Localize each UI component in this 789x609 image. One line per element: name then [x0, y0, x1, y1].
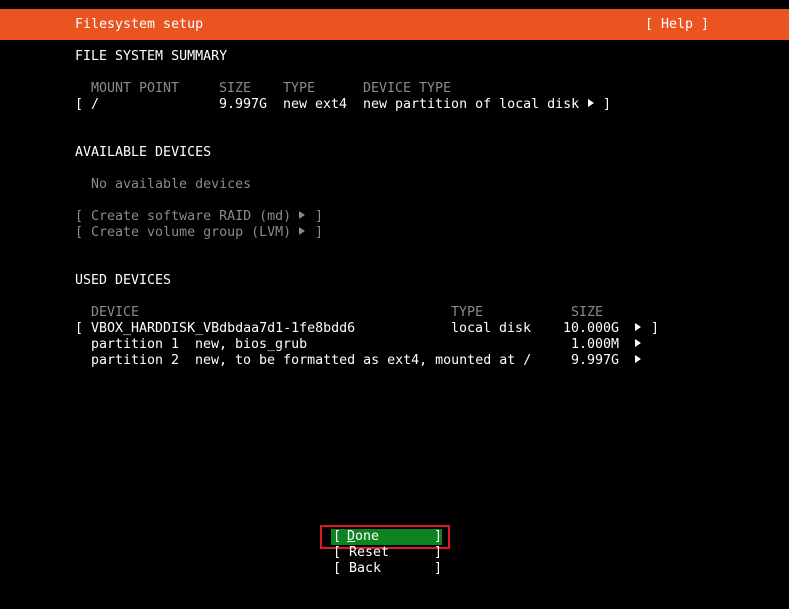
done-label-rest: one	[355, 529, 380, 544]
done-close-bracket: ]	[434, 529, 443, 544]
summary-row-mount-point: /	[91, 97, 100, 112]
summary-row-type: new ext4	[283, 97, 348, 112]
used-disk-type: local disk	[451, 321, 532, 336]
create-raid-label: [ Create software RAID (md)	[75, 209, 292, 224]
used-disk-size: 10.000G	[563, 321, 620, 336]
partition-size: 9.997G	[571, 353, 620, 368]
screen-title: Filesystem setup	[75, 17, 204, 32]
used-col-type: TYPE	[451, 305, 484, 320]
done-button[interactable]: [ D one ]	[331, 529, 442, 545]
used-disk-close-bracket: ]	[651, 321, 660, 336]
back-close-bracket: ]	[434, 561, 443, 576]
back-label: [ Back	[333, 561, 382, 576]
partition-desc: new, to be formatted as ext4, mounted at…	[195, 353, 532, 368]
submenu-arrow-icon	[588, 97, 594, 113]
summary-row-device-type: new partition of local disk	[363, 97, 580, 112]
used-heading: USED DEVICES	[75, 273, 172, 288]
summary-row-open-bracket: [	[75, 97, 84, 112]
summary-col-size: SIZE	[219, 81, 252, 96]
submenu-arrow-icon	[299, 225, 305, 241]
back-button[interactable]: [ Back ]	[331, 561, 442, 577]
summary-col-device-type: DEVICE TYPE	[363, 81, 452, 96]
partition-desc: new, bios_grub	[195, 337, 308, 352]
title-bar: Filesystem setup [ Help ]	[0, 9, 789, 40]
summary-row-size: 9.997G	[219, 97, 268, 112]
summary-row-close-bracket: ]	[603, 97, 612, 112]
summary-col-type: TYPE	[283, 81, 316, 96]
summary-col-mount-point: MOUNT POINT	[91, 81, 180, 96]
reset-label: [ Reset	[333, 545, 390, 560]
submenu-arrow-icon	[635, 337, 641, 353]
help-button[interactable]: [ Help ]	[645, 17, 709, 33]
submenu-arrow-icon	[635, 353, 641, 369]
submenu-arrow-icon	[299, 209, 305, 225]
available-heading: AVAILABLE DEVICES	[75, 145, 212, 160]
create-lvm-label: [ Create volume group (LVM)	[75, 225, 292, 240]
create-lvm-close-bracket: ]	[315, 225, 324, 240]
no-available-devices-text: No available devices	[91, 177, 252, 192]
used-disk-device: VBOX_HARDDISK_VBdbdaa7d1-1fe8bdd6	[91, 321, 356, 336]
partition-name: partition 2	[91, 353, 180, 368]
top-strip	[0, 0, 789, 9]
used-disk-open-bracket: [	[75, 321, 84, 336]
partition-size: 1.000M	[571, 337, 620, 352]
create-raid-close-bracket: ]	[315, 209, 324, 224]
done-accelerator: D	[347, 529, 356, 544]
used-col-size: SIZE	[571, 305, 604, 320]
submenu-arrow-icon	[635, 321, 641, 337]
reset-button[interactable]: [ Reset ]	[331, 545, 442, 561]
used-col-device: DEVICE	[91, 305, 140, 320]
summary-heading: FILE SYSTEM SUMMARY	[75, 49, 228, 64]
reset-close-bracket: ]	[434, 545, 443, 560]
partition-name: partition 1	[91, 337, 180, 352]
